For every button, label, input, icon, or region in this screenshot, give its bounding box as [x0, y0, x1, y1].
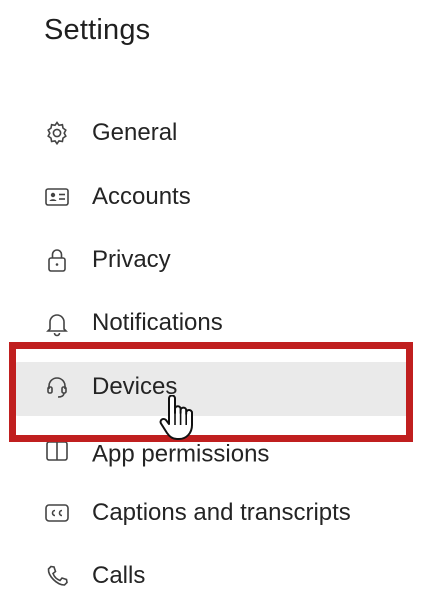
- settings-item-label: Accounts: [92, 183, 191, 210]
- app-icon: [43, 437, 71, 465]
- bell-icon: [43, 309, 71, 337]
- settings-item-devices[interactable]: Devices: [0, 356, 425, 418]
- settings-item-notifications[interactable]: Notifications: [0, 292, 425, 354]
- settings-item-app-permissions[interactable]: App permissions: [0, 420, 425, 482]
- settings-item-label: Devices: [92, 373, 178, 400]
- settings-item-label: Calls: [92, 562, 146, 589]
- closed-captions-icon: [43, 499, 71, 527]
- gear-icon: [43, 119, 71, 147]
- headset-icon: [43, 373, 71, 401]
- settings-item-label: General: [92, 119, 178, 146]
- settings-item-captions-and-transcripts[interactable]: Captions and transcripts: [0, 482, 425, 544]
- phone-icon: [43, 562, 71, 590]
- id-card-icon: [43, 183, 71, 211]
- page-title: Settings: [44, 14, 151, 46]
- settings-item-privacy[interactable]: Privacy: [0, 229, 425, 291]
- settings-item-label: Privacy: [92, 246, 171, 273]
- settings-item-calls[interactable]: Calls: [0, 545, 425, 607]
- settings-item-general[interactable]: General: [0, 102, 425, 164]
- lock-icon: [43, 246, 71, 274]
- selected-item-background: [14, 362, 410, 416]
- settings-item-label: Captions and transcripts: [92, 499, 351, 526]
- settings-item-label: App permissions: [92, 440, 270, 468]
- settings-item-accounts[interactable]: Accounts: [0, 166, 425, 228]
- settings-item-label: Notifications: [92, 309, 223, 336]
